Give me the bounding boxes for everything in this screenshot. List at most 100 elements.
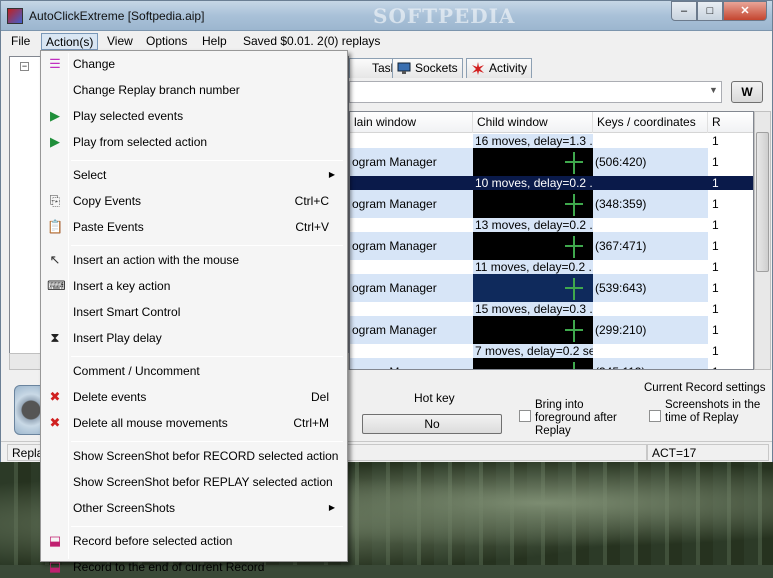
col-r[interactable]: R: [708, 112, 753, 133]
keys-coordinates-cell: (348:359): [593, 190, 708, 218]
keys-coordinates-cell: [593, 218, 708, 232]
menu-item-copy-events[interactable]: ⎘ Copy Events Ctrl+C: [43, 190, 345, 212]
menu-help[interactable]: Help: [198, 33, 231, 50]
filter-button[interactable]: W: [731, 81, 763, 103]
title-bar: AutoClickExtreme [Softpedia.aip] SOFTPED…: [1, 1, 772, 31]
crosshair-icon: [573, 194, 575, 216]
screenshot-thumbnail: [473, 148, 593, 176]
maximize-button[interactable]: □: [697, 1, 723, 21]
submenu-arrow-icon: ▶: [328, 170, 335, 179]
menu-item-other-screenshots[interactable]: Other ScreenShots ▶: [43, 497, 345, 519]
col-keys-coordinates[interactable]: Keys / coordinates: [593, 112, 708, 133]
menu-item-record-before-selected-action[interactable]: ⬓ Record before selected action: [43, 530, 345, 552]
menu-item-select[interactable]: Select ▶: [43, 164, 345, 186]
main-window-cell: [350, 176, 473, 190]
menu-item-label: Delete events: [73, 390, 147, 404]
menu-item-comment-uncomment[interactable]: Comment / Uncomment: [43, 360, 345, 382]
screenshots-checkbox[interactable]: [649, 410, 661, 422]
events-grid[interactable]: lain window Child window Keys / coordina…: [349, 111, 754, 370]
col-main-window[interactable]: lain window: [350, 112, 473, 133]
menu-item-insert-an-action-with-the-mouse[interactable]: ↖ Insert an action with the mouse: [43, 249, 345, 271]
table-row[interactable]: 16 moves, delay=1.3 ... 1: [350, 134, 753, 148]
menu-file[interactable]: File: [7, 33, 34, 50]
menu-item-change[interactable]: ☰ Change: [43, 53, 345, 75]
r-cell: 1: [712, 344, 719, 358]
menu-item-play-selected-events[interactable]: ▶ Play selected events: [43, 105, 345, 127]
menu-actions[interactable]: Action(s): [41, 33, 99, 50]
table-row[interactable]: ogram Manager (506:420) 1: [350, 148, 753, 176]
status-act: ACT=17: [647, 444, 769, 461]
scroll-thumb[interactable]: [756, 132, 769, 272]
menu-options[interactable]: Options: [142, 33, 191, 50]
submenu-arrow-icon: ▶: [328, 503, 335, 512]
menu-item-label: Paste Events: [73, 220, 144, 234]
menu-item-delete-all-mouse-movements[interactable]: ✖ Delete all mouse movements Ctrl+M: [43, 412, 345, 434]
menu-item-change-replay-branch-number[interactable]: Change Replay branch number: [43, 79, 345, 101]
keys-coordinates-cell: (367:471): [593, 232, 708, 260]
r-cell: 1: [712, 281, 719, 295]
keys-coordinates-cell: (345:113): [593, 358, 708, 369]
saved-status-text: Saved $0.01. 2(0) replays: [243, 34, 381, 48]
grid-vertical-scrollbar[interactable]: [754, 111, 771, 370]
crosshair-icon: [573, 152, 575, 174]
tab-activity-label: Activity: [489, 61, 528, 75]
chevron-down-icon[interactable]: ▼: [709, 85, 718, 95]
table-row[interactable]: 13 moves, delay=0.2 ... 1: [350, 218, 753, 232]
child-window-cell: 15 moves, delay=0.3 ...: [473, 302, 593, 316]
r-cell: 1: [712, 155, 719, 169]
tree-collapse-icon[interactable]: −: [20, 62, 29, 71]
table-row[interactable]: ogram Manager (348:359) 1: [350, 190, 753, 218]
menu-item-label: Insert a key action: [73, 279, 171, 293]
child-window-cell: 7 moves, delay=0.2 sec: [473, 344, 593, 358]
table-row[interactable]: 11 moves, delay=0.2 ... 1: [350, 260, 753, 274]
col-child-window[interactable]: Child window: [473, 112, 593, 133]
minimize-button[interactable]: –: [671, 1, 697, 21]
menu-item-play-from-selected-action[interactable]: ▶ Play from selected action: [43, 131, 345, 153]
menu-item-insert-smart-control[interactable]: Insert Smart Control: [43, 301, 345, 323]
table-row[interactable]: 10 moves, delay=0.2 ... 1: [350, 176, 753, 190]
menu-item-insert-play-delay[interactable]: ⧗ Insert Play delay: [43, 327, 345, 349]
r-cell: 1: [712, 302, 719, 316]
menu-item-label: Change: [73, 57, 116, 71]
table-row[interactable]: 7 moves, delay=0.2 sec 1: [350, 344, 753, 358]
softpedia-watermark: SOFTPEDIA: [373, 4, 516, 28]
table-row[interactable]: ogram Manager (367:471) 1: [350, 232, 753, 260]
menu-shortcut: Ctrl+M: [293, 416, 329, 430]
menu-view[interactable]: View: [103, 33, 137, 50]
menu-item-paste-events[interactable]: 📋 Paste Events Ctrl+V: [43, 216, 345, 238]
table-row[interactable]: ogram Manager (539:643) 1: [350, 274, 753, 302]
menu-item-delete-events[interactable]: ✖ Delete events Del: [43, 386, 345, 408]
bring-foreground-checkbox[interactable]: [519, 410, 531, 422]
menu-item-show-screenshot-befor-replay-selected-action[interactable]: Show ScreenShot befor REPLAY selected ac…: [43, 471, 345, 493]
main-window-cell: ogram Manager: [350, 358, 473, 369]
record-before-icon: ⬓: [48, 533, 62, 548]
menu-separator: [71, 160, 343, 161]
filter-combo[interactable]: [349, 81, 722, 103]
mouse-pointer-icon: ↖: [49, 252, 61, 267]
record-end-icon: ⬓: [48, 559, 62, 574]
menu-item-record-to-the-end-of-current-record[interactable]: ⬓ Record to the end of current Record: [43, 556, 345, 578]
play-from-icon: ▶: [50, 134, 60, 149]
tab-activity[interactable]: Activity: [466, 58, 533, 78]
hotkey-button[interactable]: No: [362, 414, 502, 434]
menu-item-show-screenshot-befor-record-selected-action[interactable]: Show ScreenShot befor RECORD selected ac…: [43, 445, 345, 467]
screenshot-thumbnail: [473, 190, 593, 218]
hotkey-label: Hot key: [414, 391, 455, 405]
menu-item-insert-a-key-action[interactable]: ⌨ Insert a key action: [43, 275, 345, 297]
menu-item-label: Record to the end of current Record: [73, 560, 265, 574]
screenshots-label: Screenshots in the time of Replay: [665, 399, 761, 424]
menu-shortcut: Ctrl+C: [294, 194, 329, 208]
main-window-cell: ogram Manager: [350, 232, 473, 260]
menu-separator: [71, 356, 343, 357]
copy-icon: ⎘: [49, 193, 61, 208]
main-window-cell: [350, 344, 473, 358]
menu-item-label: Insert an action with the mouse: [73, 253, 240, 267]
table-row[interactable]: ogram Manager (299:210) 1: [350, 316, 753, 344]
table-row[interactable]: 15 moves, delay=0.3 ... 1: [350, 302, 753, 316]
r-cell: 1: [712, 260, 719, 274]
menu-separator: [71, 441, 343, 442]
menu-item-label: Comment / Uncomment: [73, 364, 200, 378]
close-button[interactable]: ✕: [723, 1, 767, 21]
tab-sockets[interactable]: Sockets: [392, 58, 463, 78]
table-row[interactable]: ogram Manager (345:113)1: [350, 358, 753, 369]
